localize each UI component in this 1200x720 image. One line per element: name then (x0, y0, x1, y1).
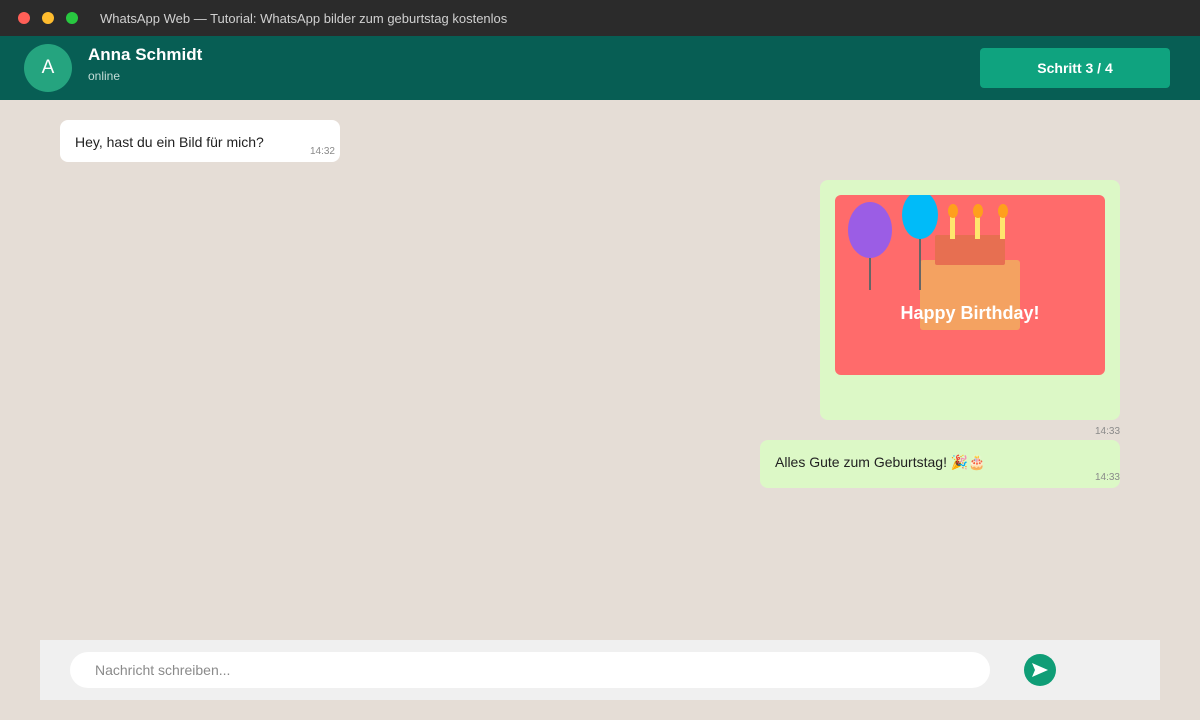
candle-icon (1000, 217, 1005, 239)
message-bubble-incoming[interactable]: Hey, hast du ein Bild für mich? 14:32 (60, 120, 340, 162)
send-arrow-icon (1032, 663, 1048, 677)
balloon-icon-purple (848, 202, 892, 258)
chat-header: A Anna Schmidt online Schritt 3 / 4 (0, 36, 1200, 100)
window-title: WhatsApp Web — Tutorial: WhatsApp bilder… (100, 11, 508, 26)
birthday-image[interactable]: Happy Birthday! (835, 195, 1105, 375)
contact-status: online (88, 69, 121, 83)
candle-icon (975, 217, 980, 239)
birthday-illustration (848, 195, 1020, 330)
message-input[interactable] (70, 652, 990, 688)
message-timestamp: 14:32 (309, 146, 335, 157)
candle-icon (950, 217, 955, 239)
candle-flame-icon (998, 204, 1008, 218)
message-timestamp: 14:33 (1095, 426, 1121, 437)
maximize-window-button[interactable] (66, 12, 78, 24)
candle-flame-icon (973, 204, 983, 218)
send-button[interactable] (1024, 654, 1056, 686)
message-timestamp: 14:33 (1094, 472, 1120, 483)
contact-name[interactable]: Anna Schmidt (88, 45, 202, 65)
message-bubble-outgoing[interactable]: Alles Gute zum Geburtstag! 🎉🎂 14:33 (760, 440, 1120, 488)
message-composer (40, 640, 1160, 700)
message-bubble-image[interactable]: Happy Birthday! (820, 180, 1120, 420)
image-caption: Happy Birthday! (900, 303, 1040, 323)
balloon-icon-blue (902, 195, 938, 239)
tutorial-step-button[interactable]: Schritt 3 / 4 (980, 48, 1170, 88)
minimize-window-button[interactable] (42, 12, 54, 24)
avatar[interactable]: A (24, 44, 72, 92)
close-window-button[interactable] (18, 12, 30, 24)
cake-top-tier (935, 235, 1005, 265)
window-titlebar: WhatsApp Web — Tutorial: WhatsApp bilder… (0, 0, 1200, 36)
candle-flame-icon (948, 204, 958, 218)
message-text: Alles Gute zum Geburtstag! 🎉🎂 (775, 454, 986, 470)
message-text: Hey, hast du ein Bild für mich? (75, 134, 264, 150)
